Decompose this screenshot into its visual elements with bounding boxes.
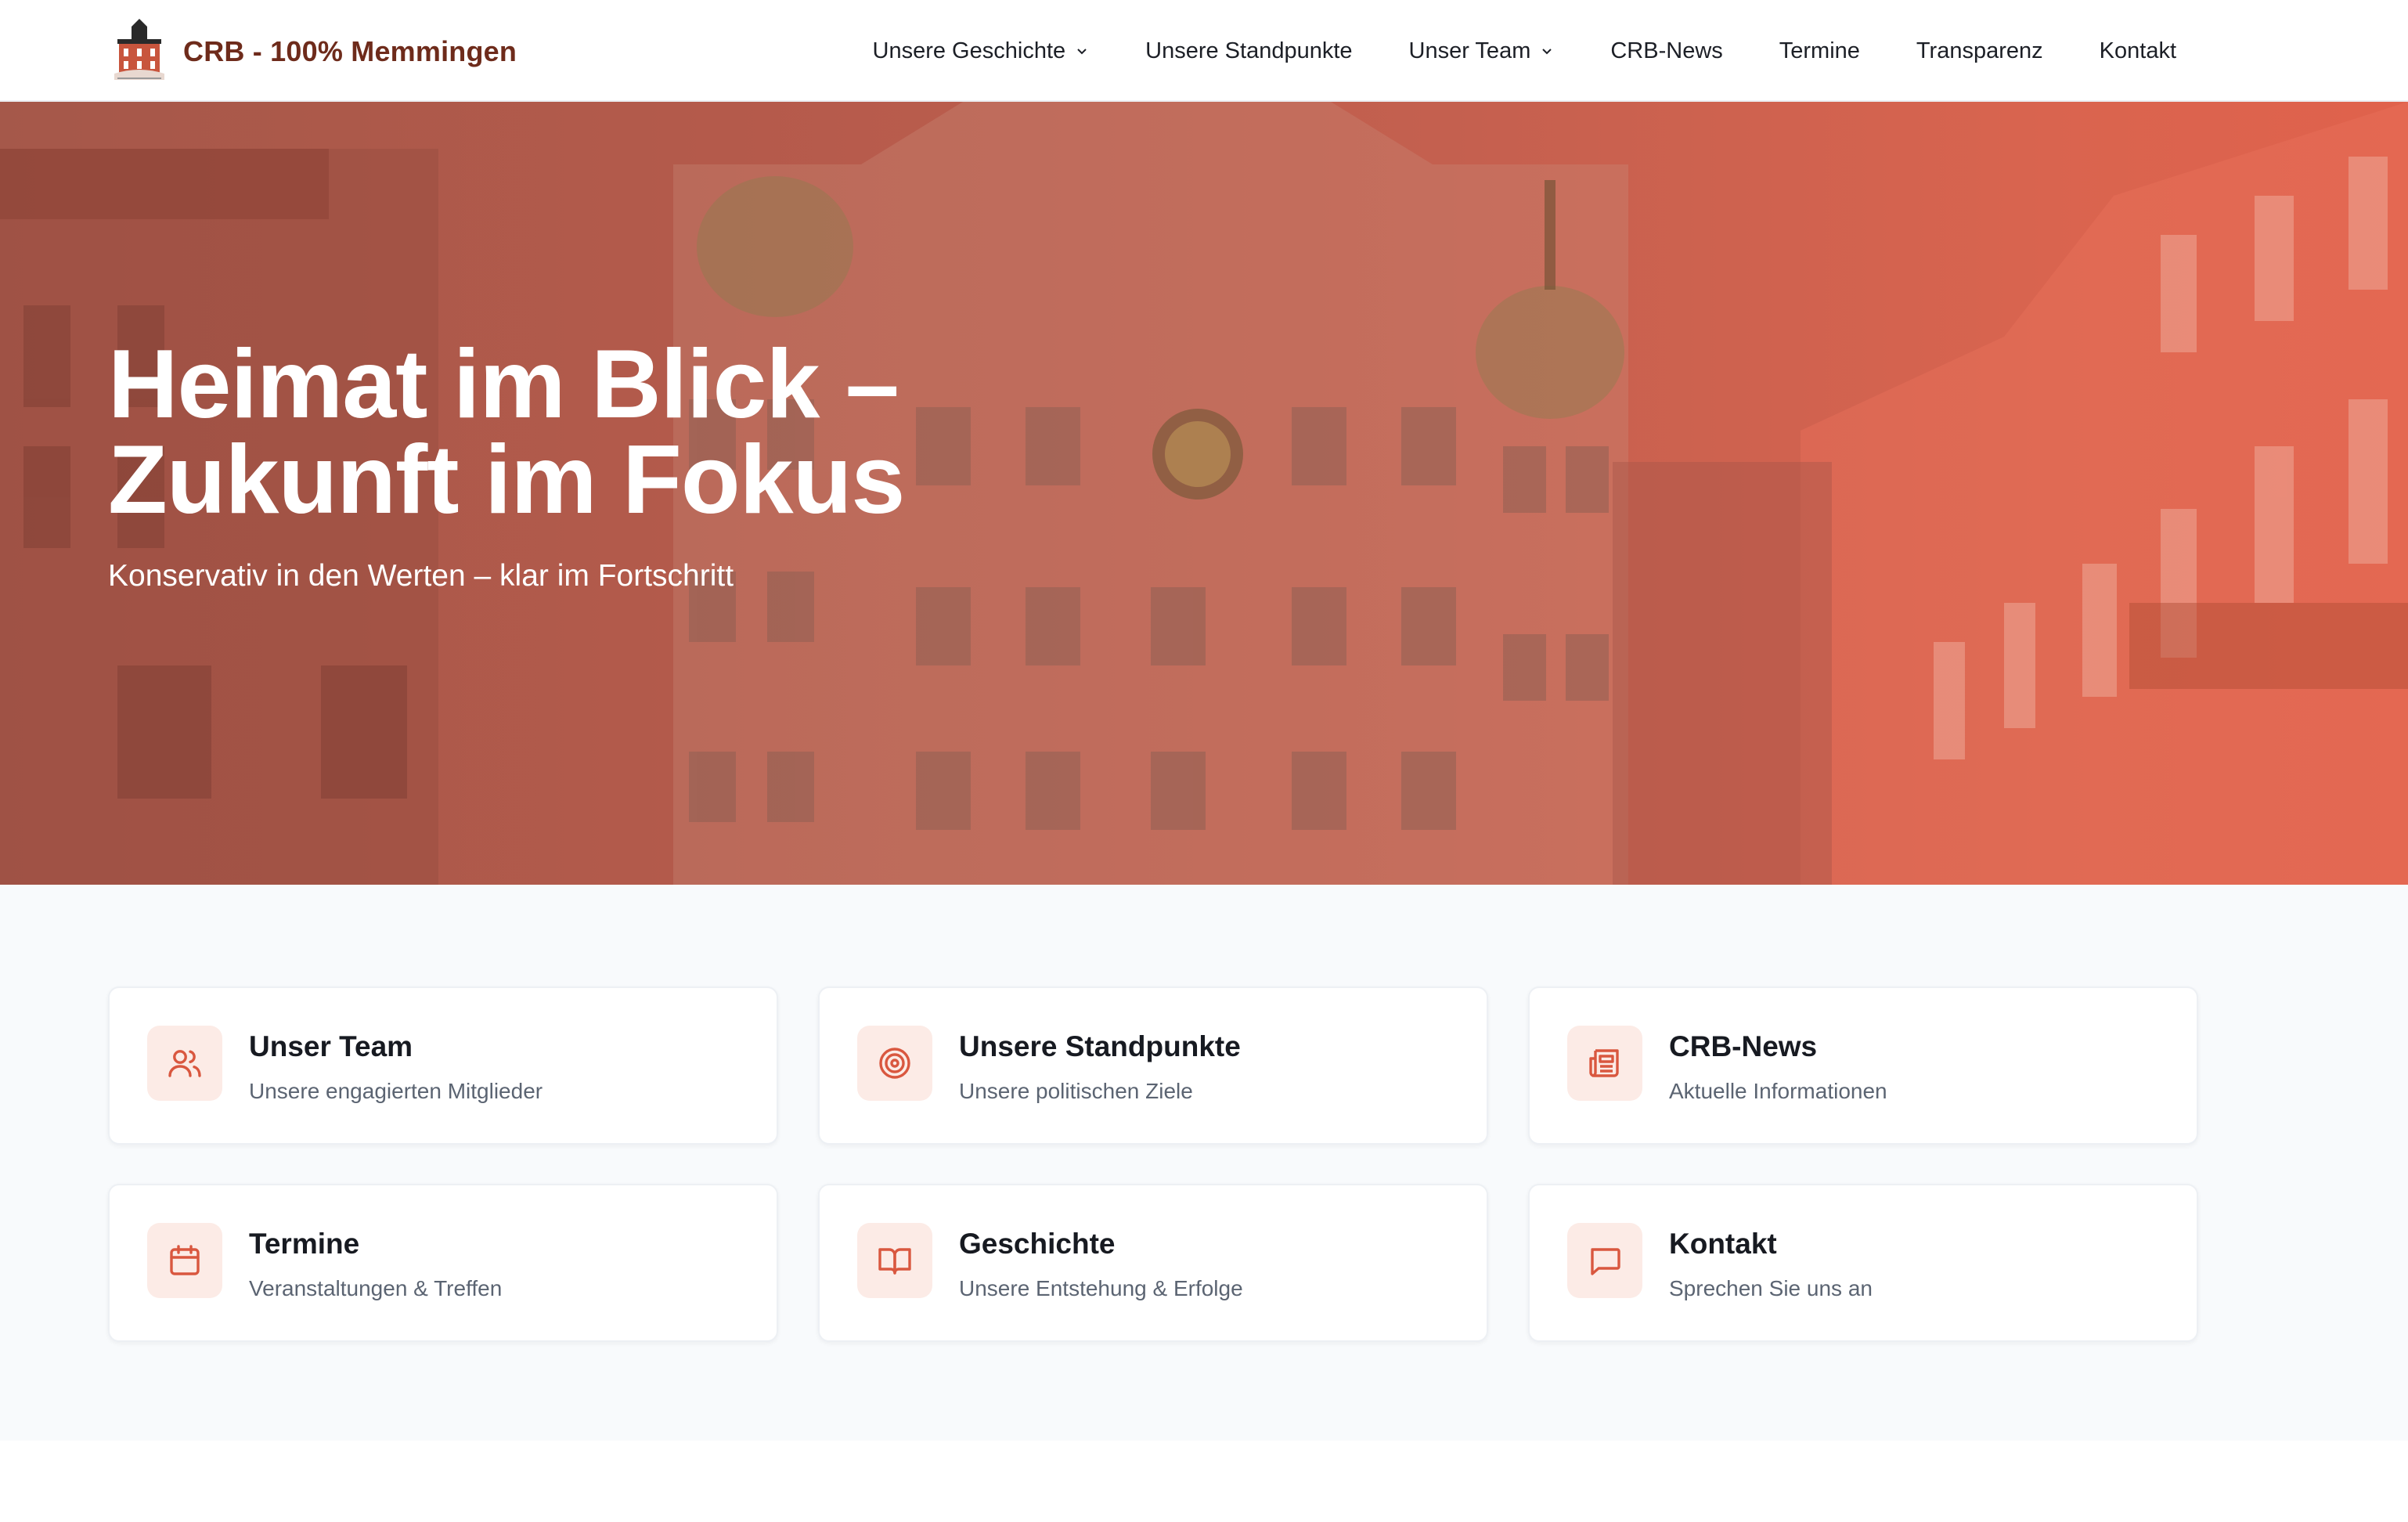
- calendar-icon: [170, 1245, 200, 1275]
- hero-title: Heimat im Blick – Zukunft im Fokus: [108, 336, 905, 528]
- card-crb-news[interactable]: CRB-News Aktuelle Informationen: [1528, 986, 2198, 1145]
- chevron-down-icon: [1542, 49, 1552, 55]
- card-title: CRB-News: [1669, 1030, 1818, 1062]
- nav-item-unsere-standpunkte[interactable]: Unsere Standpunkte: [1145, 38, 1352, 64]
- card-title: Unser Team: [249, 1030, 413, 1062]
- card-subtitle: Unsere Entstehung & Erfolge: [959, 1276, 1243, 1300]
- brand-link[interactable]: CRB - 100% Memmingen: [114, 19, 517, 85]
- card-geschichte[interactable]: Geschichte Unsere Entstehung & Erfolge: [818, 1184, 1488, 1342]
- main-menu: Unsere Geschichte Unsere Standpunkte Uns…: [873, 0, 2176, 102]
- nav-item-crb-news[interactable]: CRB-News: [1610, 38, 1722, 64]
- card-icon-wrapper: [147, 1223, 222, 1298]
- nav-item-transparenz[interactable]: Transparenz: [1916, 38, 2043, 64]
- hero-subtitle: Konservativ in den Werten – klar im Fort…: [108, 559, 734, 593]
- card-subtitle: Sprechen Sie uns an: [1669, 1276, 1873, 1300]
- card-subtitle: Aktuelle Informationen: [1669, 1079, 1887, 1103]
- hero-title-line-1: Heimat im Blick –: [108, 330, 899, 438]
- nav-label: CRB-News: [1610, 38, 1723, 63]
- card-title: Termine: [249, 1228, 360, 1260]
- nav-item-termine[interactable]: Termine: [1779, 38, 1860, 64]
- card-title: Unsere Standpunkte: [959, 1030, 1241, 1062]
- brand-name: CRB - 100% Memmingen: [183, 35, 517, 67]
- card-unsere-standpunkte[interactable]: Unsere Standpunkte Unsere politischen Zi…: [818, 986, 1488, 1145]
- card-termine[interactable]: Termine Veranstaltungen & Treffen: [108, 1184, 778, 1342]
- card-title: Geschichte: [959, 1228, 1116, 1260]
- top-navbar: CRB - 100% Memmingen Unsere Geschichte U…: [0, 0, 2408, 102]
- hero-section: Heimat im Blick – Zukunft im Fokus Konse…: [0, 102, 2408, 885]
- nav-label: Kontakt: [2099, 38, 2176, 63]
- nav-item-unsere-geschichte[interactable]: Unsere Geschichte: [873, 38, 1090, 64]
- nav-label: Transparenz: [1916, 38, 2043, 63]
- nav-label: Unsere Geschichte: [872, 38, 1066, 63]
- card-icon-wrapper: [147, 1026, 222, 1101]
- card-subtitle: Unsere politischen Ziele: [959, 1079, 1193, 1103]
- card-subtitle: Unsere engagierten Mitglieder: [249, 1079, 543, 1103]
- chevron-down-icon: [1077, 49, 1087, 55]
- card-icon-wrapper: [857, 1026, 932, 1101]
- book-icon: [878, 1248, 911, 1275]
- users-icon: [168, 1050, 201, 1077]
- features-section: Unser Team Unsere engagierten Mitglieder…: [0, 885, 2408, 1441]
- nav-item-kontakt[interactable]: Kontakt: [2100, 38, 2176, 64]
- card-kontakt[interactable]: Kontakt Sprechen Sie uns an: [1528, 1184, 2198, 1342]
- hero-content: Heimat im Blick – Zukunft im Fokus Konse…: [108, 336, 905, 593]
- nav-label: Unser Team: [1408, 38, 1531, 63]
- nav-label: Termine: [1779, 38, 1860, 63]
- target-icon: [879, 1048, 910, 1079]
- card-title: Kontakt: [1669, 1228, 1777, 1260]
- card-icon-wrapper: [1567, 1223, 1642, 1298]
- card-icon-wrapper: [857, 1223, 932, 1298]
- message-icon: [1591, 1248, 1620, 1275]
- card-subtitle: Veranstaltungen & Treffen: [249, 1276, 503, 1300]
- card-icon-wrapper: [1567, 1026, 1642, 1101]
- newspaper-icon: [1589, 1049, 1619, 1077]
- hero-title-line-2: Zukunft im Fokus: [108, 426, 905, 534]
- card-unser-team[interactable]: Unser Team Unsere engagierten Mitglieder: [108, 986, 778, 1145]
- nav-item-unser-team[interactable]: Unser Team: [1409, 38, 1555, 64]
- nav-label: Unsere Standpunkte: [1145, 38, 1353, 63]
- town-hall-logo: [114, 19, 164, 80]
